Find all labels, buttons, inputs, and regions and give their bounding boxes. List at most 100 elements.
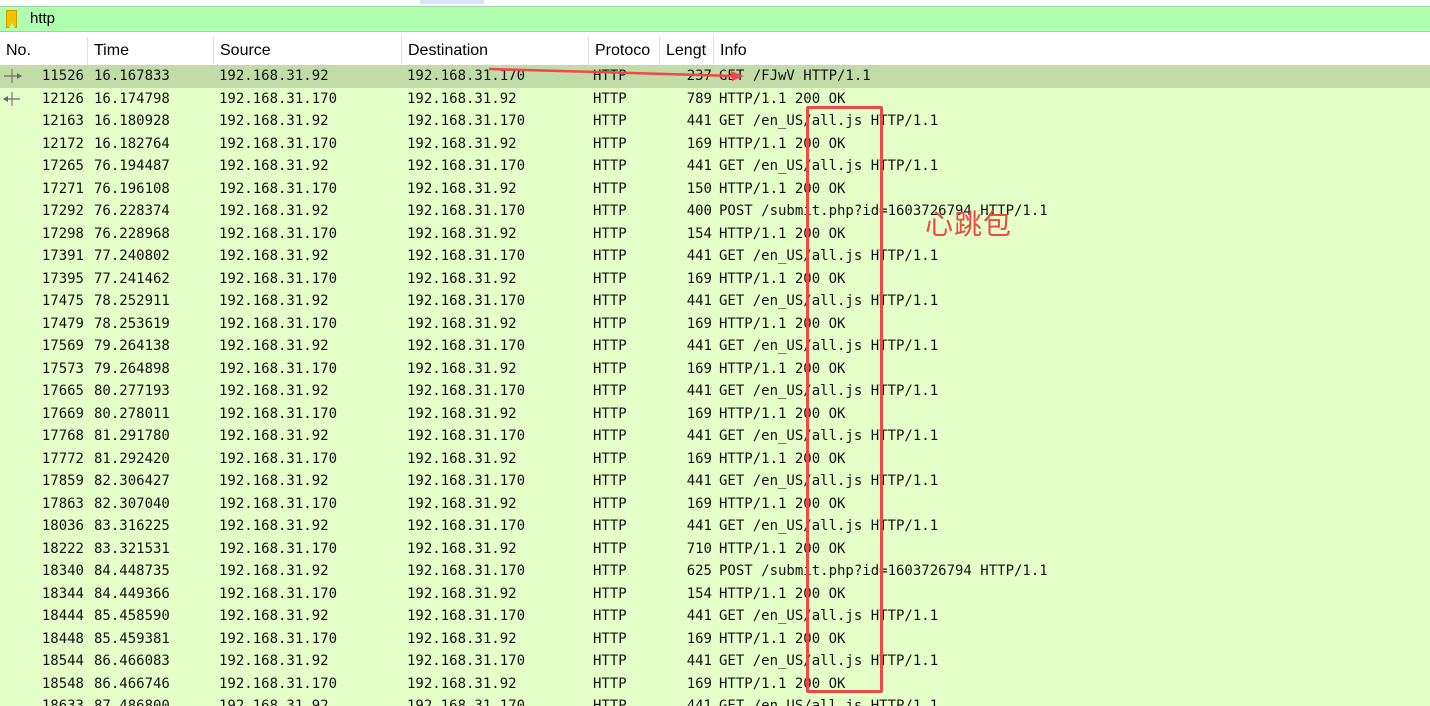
packet-protocol: HTTP: [593, 293, 627, 309]
packet-row[interactable]: 17298 76.228968 192.168.31.170 192.168.31.9…: [0, 222, 1430, 245]
packet-row[interactable]: 18548 86.466746 192.168.31.170 192.168.31.9…: [0, 672, 1430, 695]
packet-source: 192.168.31.170: [219, 450, 338, 467]
packet-protocol: HTTP: [593, 248, 627, 264]
packet-row[interactable]: 17573 79.264898 192.168.31.170 192.168.31.9…: [0, 357, 1430, 380]
packet-destination: 192.168.31.170: [407, 203, 526, 219]
packet-row[interactable]: 18036 83.316225 192.168.31.92 192.168.31.17…: [0, 515, 1430, 538]
packet-source: 192.168.31.92: [219, 698, 329, 706]
packet-length: 169: [686, 450, 712, 467]
packet-row[interactable]: 17772 81.292420 192.168.31.170 192.168.31.9…: [0, 447, 1430, 470]
packet-protocol: HTTP: [593, 203, 627, 219]
packet-row[interactable]: 18222 83.321531 192.168.31.170 192.168.31.9…: [0, 537, 1430, 560]
bookmark-icon[interactable]: [6, 10, 17, 28]
packet-row[interactable]: 18448 85.459381 192.168.31.170 192.168.31.9…: [0, 627, 1430, 650]
column-header-info[interactable]: Info: [714, 37, 1430, 65]
packet-source: 192.168.31.170: [219, 135, 338, 152]
packet-protocol: HTTP: [593, 675, 627, 692]
packet-protocol: HTTP: [593, 405, 627, 422]
packet-row[interactable]: 18444 85.458590 192.168.31.92 192.168.31.17…: [0, 605, 1430, 628]
packet-row[interactable]: 12163 16.180928 192.168.31.92 192.168.31.17…: [0, 110, 1430, 133]
column-header-length[interactable]: Lengt: [660, 37, 714, 65]
column-header-destination[interactable]: Destination: [402, 37, 589, 65]
packet-row[interactable]: 18344 84.449366 192.168.31.170 192.168.31.9…: [0, 582, 1430, 605]
packet-list[interactable]: 11526 16.167833 192.168.31.92 192.168.31.17…: [0, 65, 1430, 706]
packet-length: 441: [686, 383, 712, 399]
packet-protocol: HTTP: [593, 518, 627, 534]
packet-row[interactable]: 11526 16.167833 192.168.31.92 192.168.31.17…: [0, 65, 1430, 88]
packet-no: 18448: [41, 630, 84, 647]
packet-source: 192.168.31.170: [219, 675, 338, 692]
packet-destination: 192.168.31.92: [407, 90, 517, 107]
display-filter-input[interactable]: [30, 7, 1410, 31]
packet-row[interactable]: 17265 76.194487 192.168.31.92 192.168.31.17…: [0, 155, 1430, 178]
packet-row[interactable]: 18633 87.486800 192.168.31.92 192.168.31.17…: [0, 695, 1430, 706]
packet-info: GET /en_US/all.js HTTP/1.1: [719, 698, 939, 706]
packet-row[interactable]: 12126 16.174798 192.168.31.170 192.168.31.9…: [0, 87, 1430, 110]
packet-row[interactable]: 17669 80.278011 192.168.31.170 192.168.31.9…: [0, 402, 1430, 425]
packet-time: 77.240802: [94, 248, 170, 264]
packet-destination: 192.168.31.92: [407, 585, 517, 602]
packet-row[interactable]: 17768 81.291780 192.168.31.92 192.168.31.17…: [0, 425, 1430, 448]
packet-no: 18344: [41, 585, 84, 602]
packet-destination: 192.168.31.170: [407, 608, 526, 624]
packet-source: 192.168.31.170: [219, 495, 338, 512]
column-header-source[interactable]: Source: [214, 37, 402, 65]
packet-destination: 192.168.31.170: [407, 293, 526, 309]
packet-source: 192.168.31.170: [219, 180, 338, 197]
packet-length: 169: [686, 675, 712, 692]
packet-length: 441: [686, 653, 712, 669]
packet-source: 192.168.31.170: [219, 585, 338, 602]
packet-row[interactable]: 17665 80.277193 192.168.31.92 192.168.31.17…: [0, 380, 1430, 403]
packet-row[interactable]: 17479 78.253619 192.168.31.170 192.168.31.9…: [0, 312, 1430, 335]
packet-source: 192.168.31.170: [219, 360, 338, 377]
annotation-highlight-box: [806, 106, 883, 693]
packet-destination: 192.168.31.92: [407, 405, 517, 422]
packet-protocol: HTTP: [593, 608, 627, 624]
packet-row[interactable]: 17569 79.264138 192.168.31.92 192.168.31.17…: [0, 335, 1430, 358]
packet-no: 17292: [41, 203, 84, 219]
packet-row[interactable]: 18340 84.448735 192.168.31.92 192.168.31.17…: [0, 560, 1430, 583]
packet-no: 17859: [41, 473, 84, 489]
packet-length: 441: [686, 428, 712, 444]
packet-destination: 192.168.31.92: [407, 315, 517, 332]
packet-protocol: HTTP: [593, 158, 627, 174]
packet-no: 12163: [41, 113, 84, 129]
packet-row[interactable]: 17391 77.240802 192.168.31.92 192.168.31.17…: [0, 245, 1430, 268]
packet-time: 80.278011: [94, 405, 170, 422]
packet-length: 441: [686, 158, 712, 174]
packet-destination: 192.168.31.92: [407, 675, 517, 692]
packet-length: 625: [686, 563, 712, 579]
column-header-protocol[interactable]: Protoco: [589, 37, 660, 65]
packet-time: 85.459381: [94, 630, 170, 647]
packet-row[interactable]: 12172 16.182764 192.168.31.170 192.168.31.9…: [0, 132, 1430, 155]
packet-row[interactable]: 17475 78.252911 192.168.31.92 192.168.31.17…: [0, 290, 1430, 313]
packet-length: 150: [686, 180, 712, 197]
packet-source: 192.168.31.170: [219, 405, 338, 422]
packet-no: 18036: [41, 518, 84, 534]
packet-length: 400: [686, 203, 712, 219]
packet-destination: 192.168.31.170: [407, 473, 526, 489]
packet-protocol: HTTP: [593, 630, 627, 647]
column-header-time[interactable]: Time: [88, 37, 214, 65]
packet-time: 81.291780: [94, 428, 170, 444]
packet-row[interactable]: 17863 82.307040 192.168.31.170 192.168.31.9…: [0, 492, 1430, 515]
packet-row[interactable]: 17292 76.228374 192.168.31.92 192.168.31.17…: [0, 200, 1430, 223]
packet-destination: 192.168.31.170: [407, 518, 526, 534]
packet-no: 18633: [41, 698, 84, 706]
packet-row[interactable]: 17859 82.306427 192.168.31.92 192.168.31.17…: [0, 470, 1430, 493]
packet-row[interactable]: 18544 86.466083 192.168.31.92 192.168.31.17…: [0, 650, 1430, 673]
packet-source: 192.168.31.170: [219, 225, 338, 242]
packet-protocol: HTTP: [593, 180, 627, 197]
packet-time: 16.182764: [94, 135, 170, 152]
packet-source: 192.168.31.170: [219, 90, 338, 107]
packet-no: 17479: [41, 315, 84, 332]
column-header-no[interactable]: No.: [0, 37, 88, 65]
packet-length: 441: [686, 113, 712, 129]
packet-row[interactable]: 17395 77.241462 192.168.31.170 192.168.31.9…: [0, 267, 1430, 290]
packet-protocol: HTTP: [593, 113, 627, 129]
packet-protocol: HTTP: [593, 428, 627, 444]
packet-no: 17265: [41, 158, 84, 174]
packet-length: 169: [686, 495, 712, 512]
packet-row[interactable]: 17271 76.196108 192.168.31.170 192.168.31.9…: [0, 177, 1430, 200]
packet-source: 192.168.31.92: [219, 473, 329, 489]
